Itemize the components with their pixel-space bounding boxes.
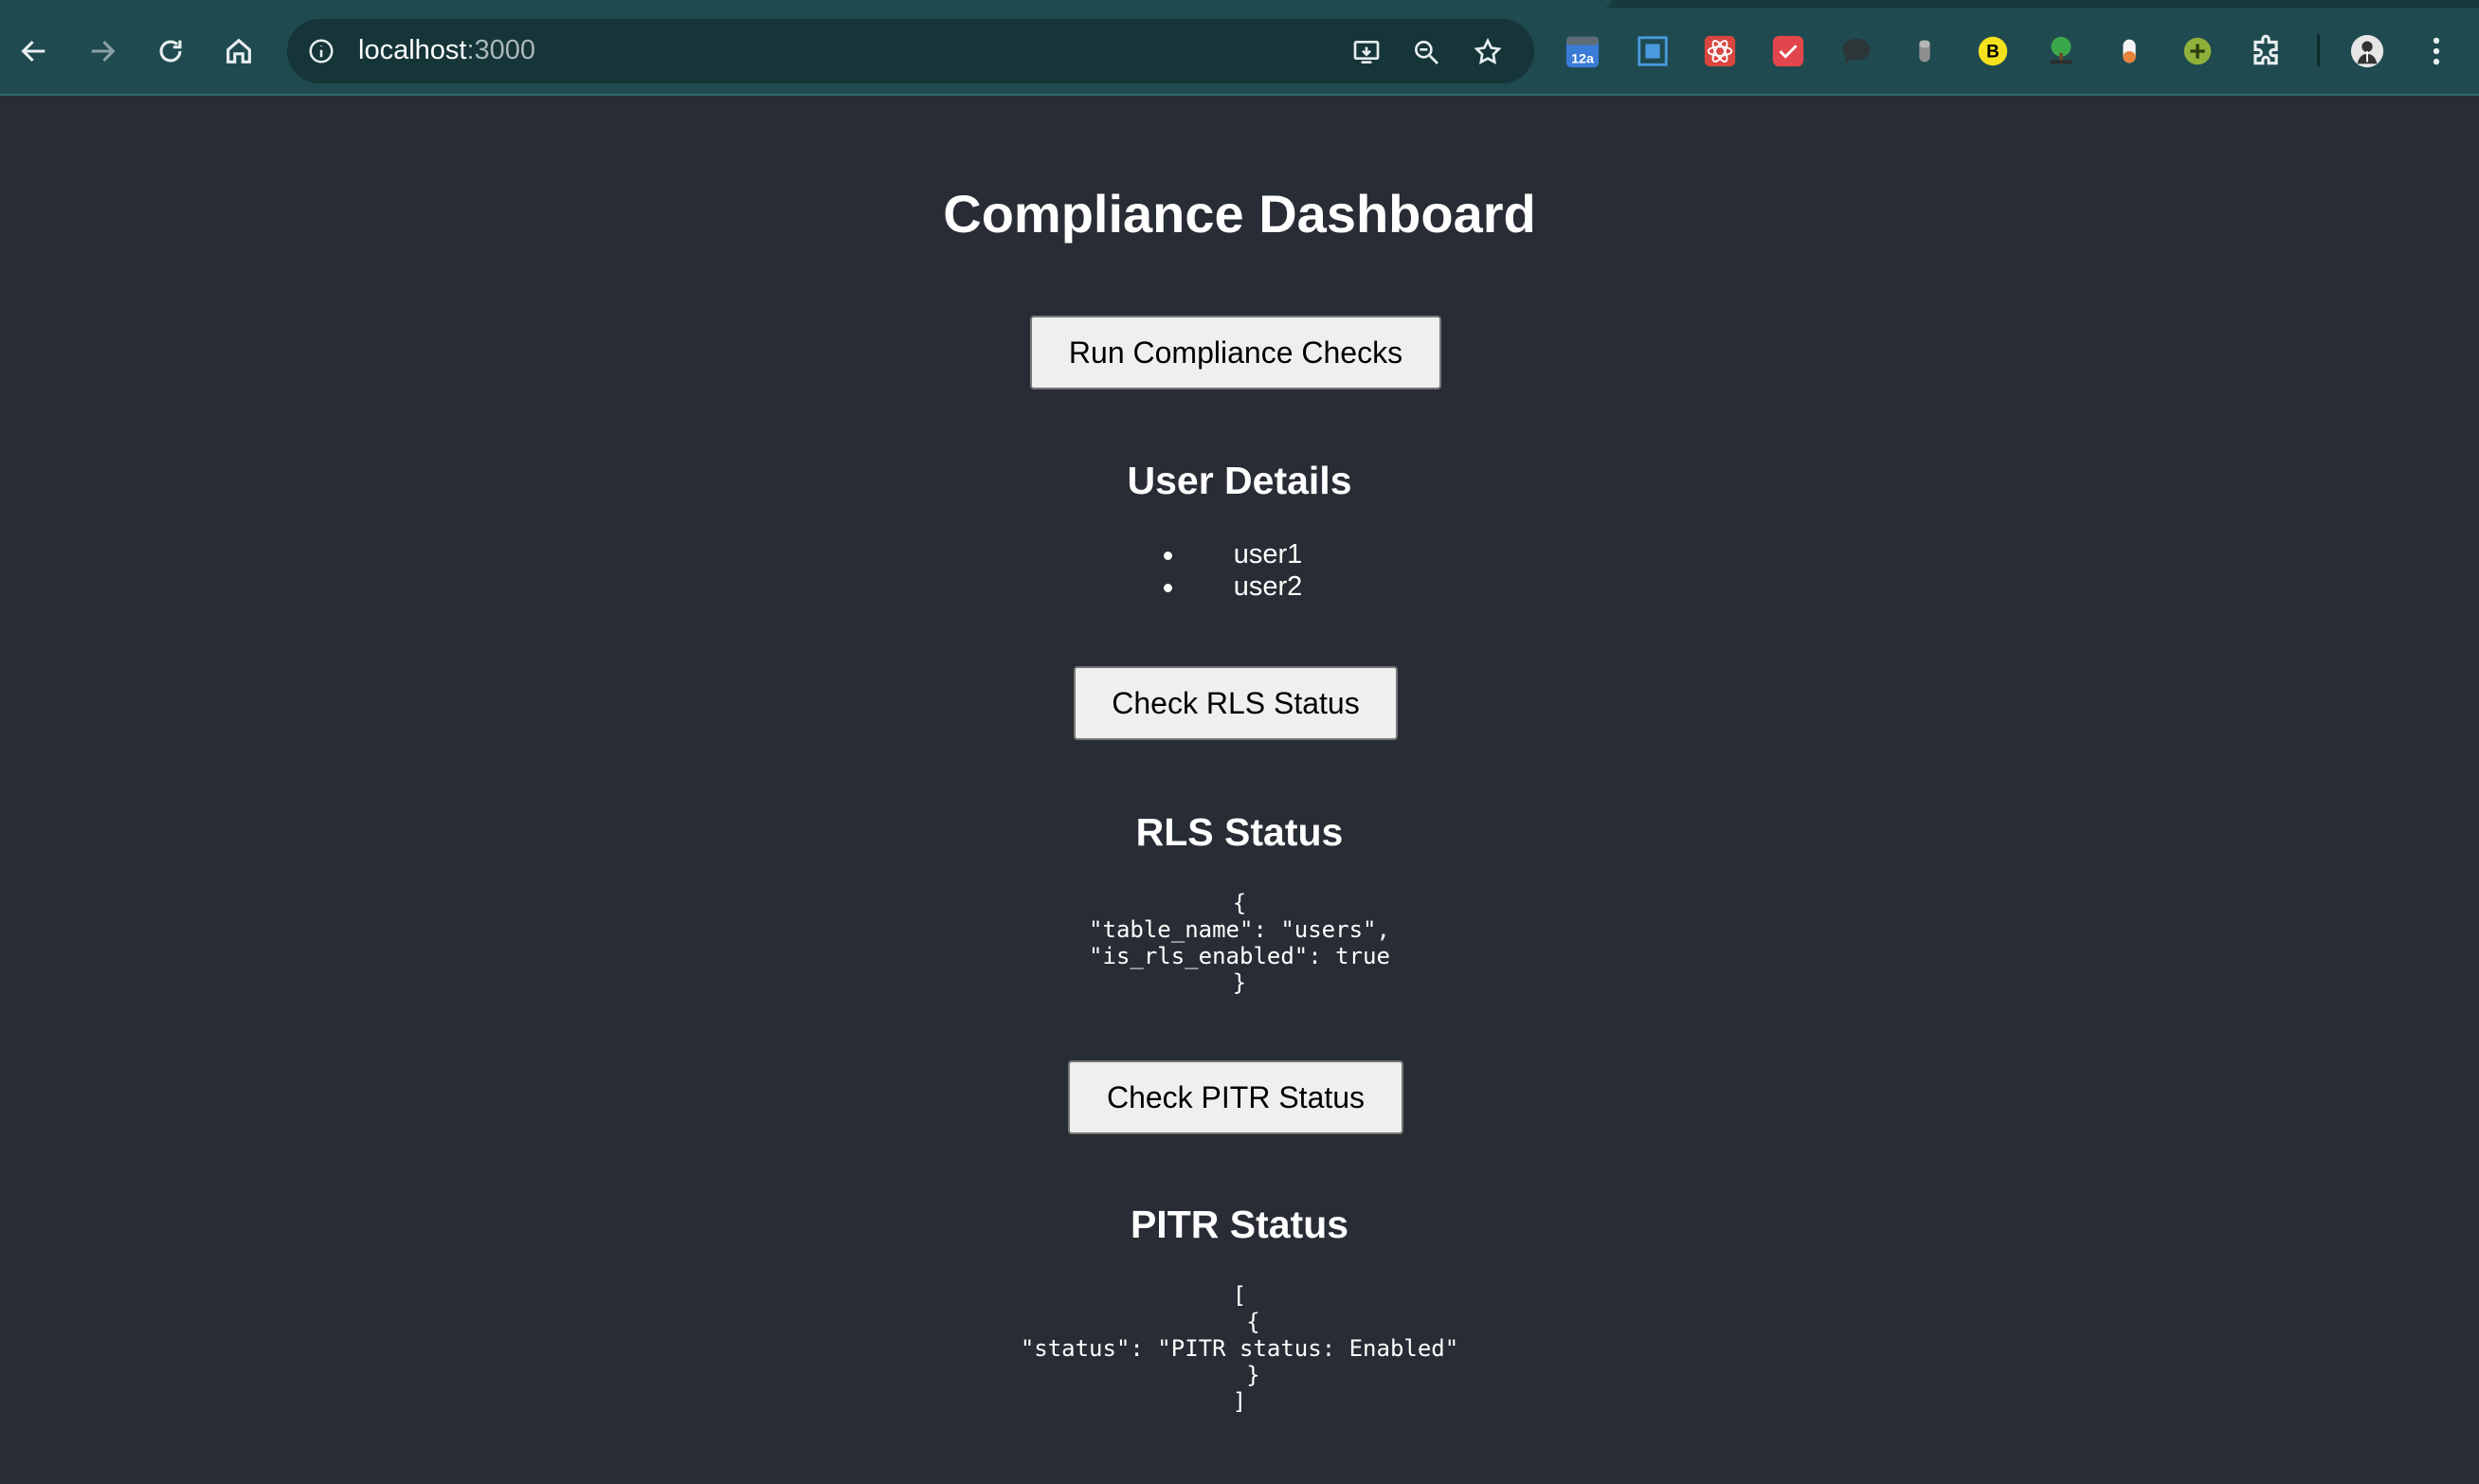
user-name: user2 — [1233, 571, 1303, 602]
check-rls-status-button[interactable]: Check RLS Status — [1074, 666, 1398, 740]
pitr-status-json: [ { "status": "PITR status: Enabled" } ] — [1020, 1282, 1459, 1415]
profile-avatar-icon[interactable] — [2348, 32, 2386, 70]
react-devtools-extension-icon[interactable] — [1701, 32, 1739, 70]
url-port: :3000 — [466, 35, 536, 65]
site-info-icon[interactable] — [304, 34, 338, 68]
todo-extension-icon[interactable] — [1769, 32, 1807, 70]
screenshot-extension-icon[interactable] — [1634, 32, 1672, 70]
page-title: Compliance Dashboard — [943, 184, 1536, 244]
page-content: Compliance Dashboard Run Compliance Chec… — [0, 96, 2479, 1484]
calendar-extension-badge: 12a — [1571, 51, 1595, 66]
pitr-status-heading: PITR Status — [1130, 1203, 1349, 1246]
user-details-heading: User Details — [1127, 459, 1352, 502]
list-item: user2 — [0, 570, 2479, 603]
b-extension-letter: B — [1986, 43, 1999, 63]
tree-extension-icon[interactable] — [2042, 32, 2080, 70]
browser-menu-icon[interactable] — [2417, 32, 2455, 70]
zoom-icon[interactable] — [1408, 34, 1444, 70]
bookmark-star-icon[interactable] — [1470, 34, 1506, 70]
check-pitr-status-button[interactable]: Check PITR Status — [1068, 1060, 1403, 1134]
bullet-icon — [1164, 584, 1172, 592]
browser-toolbar: localhost:3000 12a B — [0, 0, 2479, 96]
list-item: user1 — [0, 538, 2479, 570]
extensions-puzzle-icon[interactable] — [2247, 32, 2285, 70]
home-icon[interactable] — [216, 28, 262, 74]
tab-strip — [0, 0, 2479, 8]
pin-extension-icon[interactable] — [1906, 32, 1944, 70]
active-tab[interactable] — [0, 0, 1611, 8]
url-text[interactable]: localhost:3000 — [358, 35, 535, 66]
user-name: user1 — [1233, 539, 1303, 570]
install-app-icon[interactable] — [1348, 34, 1384, 70]
url-host: localhost — [358, 35, 467, 65]
rls-status-json: { "table_name": "users", "is_rls_enabled… — [1089, 890, 1390, 996]
chat-extension-icon[interactable] — [1837, 32, 1875, 70]
user-list: user1 user2 — [0, 538, 2479, 603]
run-compliance-checks-button[interactable]: Run Compliance Checks — [1030, 316, 1441, 389]
back-icon[interactable] — [11, 28, 57, 74]
calendar-extension-icon[interactable]: 12a — [1564, 32, 1601, 70]
address-bar[interactable]: localhost:3000 — [287, 19, 1534, 83]
capsule-extension-icon[interactable] — [2110, 32, 2148, 70]
forward-icon[interactable] — [80, 28, 125, 74]
bullet-icon — [1164, 552, 1172, 560]
b-extension-icon[interactable]: B — [1974, 32, 2012, 70]
reload-icon[interactable] — [148, 28, 193, 74]
toolbar-divider — [2317, 34, 2320, 66]
add-extension-icon[interactable] — [2179, 32, 2217, 70]
rls-status-heading: RLS Status — [1135, 810, 1344, 854]
